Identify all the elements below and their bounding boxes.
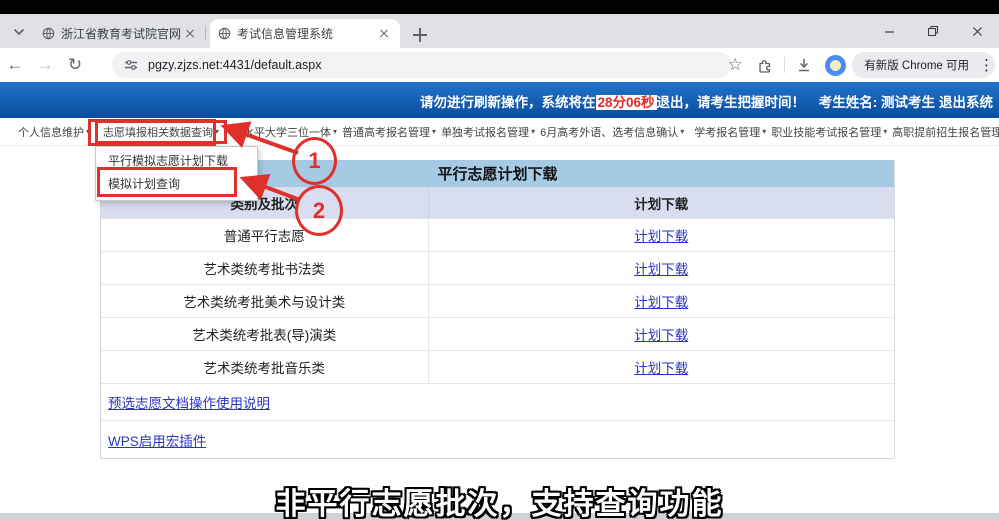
globe-favicon-icon [42,27,55,40]
table-row: 艺术类统考批音乐类 计划下载 [101,351,894,384]
extensions-icon[interactable] [750,57,780,73]
table-row: 艺术类统考批美术与设计类 计划下载 [101,285,894,318]
caret-down-icon [762,127,766,136]
annotation-step-2: 2 [295,185,343,236]
plan-download-link[interactable]: 计划下载 [634,291,688,311]
tab-title: 浙江省教育考试院官网 考生办 [61,25,182,42]
nav-item-personal-info[interactable]: 个人信息维护 [18,124,90,140]
wps-macro-plugin-link[interactable]: WPS启用宏插件 [108,430,206,450]
row-category: 艺术类统考批音乐类 [101,351,429,383]
top-black-strip [0,0,999,14]
preselect-doc-instructions-link[interactable]: 预选志愿文档操作使用说明 [108,392,270,412]
nav-item-sanweiyiti[interactable]: 高水平大学三位一体 [232,124,337,140]
nav-label: 普通高考报名管理 [342,124,430,140]
address-bar[interactable]: pgzy.zjzs.net:4431/default.aspx [112,52,732,78]
caret-down-icon [680,127,684,136]
nav-item-separate-exam[interactable]: 单独考试报名管理 [441,124,535,140]
nav-label: 学考报名管理 [694,124,760,140]
minimize-button[interactable] [867,14,911,48]
plan-download-link[interactable]: 计划下载 [634,324,688,344]
caret-down-icon [883,127,887,136]
column-header-download: 计划下载 [429,187,895,218]
window-controls [867,14,999,48]
countdown-timer: 28分06秒 [596,95,657,110]
reload-button[interactable]: ↻ [60,55,90,75]
downloads-button[interactable] [789,57,819,73]
restore-icon [927,25,939,37]
plus-icon [413,28,427,42]
download-icon [796,57,812,73]
content-panel: 平行志愿计划下载 类别及批次 计划下载 普通平行志愿 计划下载 艺术类统考批书法… [100,160,895,459]
chevron-down-icon [13,28,25,36]
table-row: 普通平行志愿 计划下载 [101,219,894,252]
caret-down-icon [531,127,535,136]
warning-prefix: 请勿进行刷新操作，系统将在 [420,95,596,110]
nav-item-xuekao-registration[interactable]: 学考报名管理 [694,124,766,140]
system-banner: 请勿进行刷新操作，系统将在28分06秒退出，请考生把握时间！ 考生姓名: 测试考… [0,82,999,118]
back-button[interactable]: ← [0,55,30,75]
annotation-box-nav-item [88,119,216,146]
forward-button[interactable]: → [30,55,60,75]
tab-search-button[interactable] [8,21,30,43]
site-info-icon [124,59,138,71]
annotation-box-dropdown-item [97,167,237,197]
puzzle-icon [757,57,773,73]
tab-close-icon[interactable] [376,26,392,42]
chrome-update-chip[interactable]: 有新版 Chrome 可用 [852,52,995,78]
video-caption: 非平行志愿批次，支持查询功能 [0,479,999,520]
plan-download-link[interactable]: 计划下载 [634,258,688,278]
globe-favicon-icon [218,27,231,40]
screen: 浙江省教育考试院官网 考生办 考试信息管理系统 ← → ↻ [0,0,999,520]
new-tab-button[interactable] [408,23,432,47]
tab-zjzs-official[interactable]: 浙江省教育考试院官网 考生办 [34,19,206,48]
tab-close-icon[interactable] [182,26,198,42]
browser-tab-strip: 浙江省教育考试院官网 考生办 考试信息管理系统 [0,14,999,48]
browser-menu-icon[interactable] [975,57,989,73]
annotation-step-1: 1 [292,137,337,185]
bookmark-star-icon[interactable]: ☆ [720,55,750,75]
plan-download-link[interactable]: 计划下载 [634,225,688,245]
nav-label: 单独考试报名管理 [441,124,529,140]
row-category: 艺术类统考批美术与设计类 [101,285,429,317]
row-category: 普通平行志愿 [101,219,429,251]
close-icon [972,26,983,37]
toolbar-right: ☆ 有新版 Chrome 可用 [720,48,999,82]
logout-link[interactable]: 退出系统 [939,91,993,111]
tab-exam-info-system[interactable]: 考试信息管理系统 [210,19,400,48]
profile-avatar[interactable] [825,55,846,76]
row-category: 艺术类统考批表(导)演类 [101,318,429,350]
toolbar-divider [784,57,785,73]
minimize-icon [884,26,895,37]
plan-download-link[interactable]: 计划下载 [634,357,688,377]
nav-item-early-admission[interactable]: 高职提前招生报名管理 [892,124,999,140]
nav-item-gaokao-registration[interactable]: 普通高考报名管理 [342,124,436,140]
nav-label: 个人信息维护 [18,124,84,140]
nav-label: 高职提前招生报名管理 [892,124,999,140]
tab-title: 考试信息管理系统 [237,25,376,42]
nav-label: 6月高考外语、选考信息确认 [540,124,678,140]
restore-button[interactable] [911,14,955,48]
candidate-name: 考生姓名: 测试考生 [819,91,935,111]
nav-item-june-foreign-language[interactable]: 6月高考外语、选考信息确认 [540,124,684,140]
row-category: 艺术类统考批书法类 [101,252,429,284]
chrome-update-label: 有新版 Chrome 可用 [864,57,969,73]
caret-down-icon [333,127,337,136]
caret-down-icon [432,127,436,136]
warning-suffix: 退出，请考生把握时间！ [657,95,806,110]
footer-link-row: 预选志愿文档操作使用说明 [101,384,894,421]
browser-toolbar: ← → ↻ pgzy.zjzs.net:4431/default.aspx ☆ … [0,48,999,82]
session-warning: 请勿进行刷新操作，系统将在28分06秒退出，请考生把握时间！ [420,91,805,111]
url-text: pgzy.zjzs.net:4431/default.aspx [148,58,322,72]
footer-link-row: WPS启用宏插件 [101,421,894,458]
nav-item-vocational-skill-exam[interactable]: 职业技能考试报名管理 [771,124,887,140]
table-row: 艺术类统考批表(导)演类 计划下载 [101,318,894,351]
nav-label: 职业技能考试报名管理 [771,124,881,140]
close-window-button[interactable] [955,14,999,48]
table-row: 艺术类统考批书法类 计划下载 [101,252,894,285]
